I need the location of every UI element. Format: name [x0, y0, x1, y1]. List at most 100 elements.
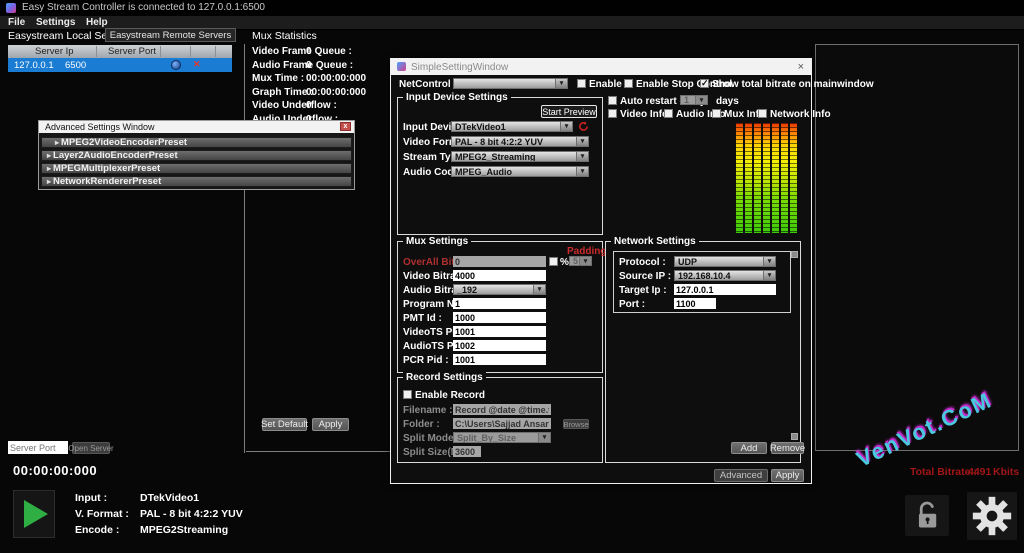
window-titlebar: Easy Stream Controller is connected to 1…	[0, 0, 1024, 16]
audio-bitrate-dropdown[interactable]: _192	[453, 284, 546, 295]
auto-restart-days-spinner[interactable]: 1	[680, 95, 708, 105]
overall-bitrate-field[interactable]	[453, 256, 546, 267]
advanced-window-titlebar[interactable]: Advanced Settings Window x	[39, 121, 354, 133]
protocol-value: UDP	[678, 257, 697, 267]
protocol-label: Protocol :	[619, 257, 666, 268]
source-ip-dropdown[interactable]: 192.168.10.4	[674, 270, 776, 281]
server-table-row[interactable]: 127.0.0.1 6500 ✕	[8, 58, 232, 72]
network-info-checkbox[interactable]	[758, 109, 767, 118]
tab-remote-servers[interactable]: Easystream Remote Servers	[105, 28, 236, 42]
unlock-button[interactable]	[905, 495, 949, 536]
refresh-devices-icon[interactable]	[578, 121, 589, 132]
menu-settings[interactable]: Settings	[36, 17, 75, 28]
setting-window-titlebar[interactable]: SimpleSettingWindow ×	[391, 59, 811, 75]
enable-record-checkbox[interactable]	[403, 390, 412, 399]
menu-help[interactable]: Help	[86, 17, 108, 28]
stat-label: Video Underflow :	[252, 100, 337, 111]
port-label: Port :	[619, 299, 645, 310]
format-info-label: V. Format :	[75, 509, 129, 520]
preset-mpeg-multiplexer[interactable]: MPEGMultiplexerPreset	[41, 163, 352, 174]
video-format-dropdown[interactable]: PAL - 8 bit 4:2:2 YUV	[451, 136, 589, 147]
pcr-pid-field[interactable]	[453, 354, 546, 365]
chevron-down-icon[interactable]	[576, 167, 588, 176]
video-info-checkbox[interactable]	[608, 109, 617, 118]
chevron-down-icon[interactable]	[576, 137, 588, 146]
close-icon[interactable]: x	[340, 122, 351, 131]
chevron-down-icon[interactable]	[533, 285, 545, 294]
chevron-down-icon[interactable]	[555, 79, 567, 88]
show-bitrate-checkbox[interactable]	[700, 79, 709, 88]
videots-pid-field[interactable]	[453, 326, 546, 337]
mux-info-checkbox[interactable]	[712, 109, 721, 118]
add-button[interactable]: Add	[731, 442, 767, 454]
record-settings-title: Record Settings	[403, 372, 486, 383]
server-port-input[interactable]	[8, 441, 68, 454]
play-button[interactable]	[13, 490, 55, 538]
source-ip-value: 192.168.10.4	[678, 271, 731, 281]
folder-field[interactable]	[453, 418, 551, 429]
enable-checkbox[interactable]	[577, 79, 586, 88]
split-mode-dropdown[interactable]: Split_By_Size	[453, 432, 551, 443]
auto-restart-checkbox[interactable]	[608, 96, 617, 105]
program-no-field[interactable]	[453, 298, 546, 309]
mux-settings-title: Mux Settings	[403, 236, 471, 247]
video-bitrate-field[interactable]	[453, 270, 546, 281]
filename-label: Filename :	[403, 405, 452, 416]
chevron-down-icon[interactable]	[763, 257, 775, 266]
target-ip-field[interactable]	[674, 284, 776, 295]
stat-value: 00:00:00:000	[306, 87, 366, 98]
preset-mpeg2-video-encoder[interactable]: MPEG2VideoEncoderPreset	[41, 137, 352, 148]
chevron-down-icon[interactable]	[576, 152, 588, 161]
audio-info-checkbox[interactable]	[664, 109, 673, 118]
audio-codec-dropdown[interactable]: MPEG_Audio	[451, 166, 589, 177]
advanced-button[interactable]: Advanced	[714, 469, 768, 482]
chevron-down-icon[interactable]	[579, 257, 591, 265]
chevron-down-icon[interactable]	[695, 96, 707, 104]
preset-layer2-audio-encoder[interactable]: Layer2AudioEncoderPreset	[41, 150, 352, 161]
split-size-field[interactable]	[453, 446, 481, 457]
column-server-ip[interactable]: Server Ip	[35, 46, 74, 57]
browse-button[interactable]: Browse	[563, 419, 589, 429]
port-field[interactable]	[674, 298, 716, 309]
menu-file[interactable]: File	[8, 17, 25, 28]
chevron-down-icon[interactable]	[560, 122, 572, 131]
apply-button[interactable]: Apply	[771, 469, 804, 482]
protocol-dropdown[interactable]: UDP	[674, 256, 776, 267]
close-icon[interactable]: ×	[798, 61, 804, 73]
chevron-down-icon[interactable]	[538, 433, 550, 442]
input-device-dropdown[interactable]: DTekVideo1	[451, 121, 573, 132]
audio-level-meter	[736, 123, 797, 233]
settings-gear-button[interactable]	[967, 492, 1017, 540]
preset-network-renderer[interactable]: NetworkRendererPreset	[41, 176, 352, 187]
delete-icon[interactable]: ✕	[193, 59, 201, 70]
window-title: Easy Stream Controller is connected to 1…	[22, 2, 265, 13]
graph-panel	[815, 44, 1019, 451]
gear-icon	[972, 496, 1012, 536]
scroll-down-icon[interactable]	[791, 433, 798, 440]
audiots-pid-field[interactable]	[453, 340, 546, 351]
open-server-button[interactable]: Open Server	[72, 442, 110, 454]
stat-value: 00:00:00:000	[306, 73, 366, 84]
server-ip-cell: 127.0.0.1	[14, 60, 54, 71]
server-table-header: Server Ip Server Port	[8, 45, 232, 58]
window-icon	[397, 62, 406, 71]
padding-spinner[interactable]: 5	[569, 256, 592, 266]
stat-value: 0	[306, 46, 312, 57]
overall-percent-checkbox[interactable]	[549, 257, 558, 266]
stream-type-dropdown[interactable]: MPEG2_Streaming	[451, 151, 589, 162]
filename-field[interactable]	[453, 404, 551, 415]
column-server-port[interactable]: Server Port	[108, 46, 156, 57]
start-preview-button[interactable]: Start Preview	[541, 105, 597, 118]
apply-button-panel[interactable]: Apply	[312, 418, 349, 431]
remove-button[interactable]: Remove	[771, 442, 804, 454]
netcontrol-dropdown[interactable]	[453, 78, 568, 89]
set-default-button[interactable]: Set Default	[262, 418, 307, 431]
connect-icon[interactable]	[171, 60, 181, 70]
pmt-id-field[interactable]	[453, 312, 546, 323]
column-divider	[160, 46, 161, 57]
scroll-up-icon[interactable]	[791, 251, 798, 258]
enable-stop-checkbox[interactable]	[624, 79, 633, 88]
column-divider	[215, 46, 216, 57]
vu-meter-bar	[736, 123, 743, 233]
chevron-down-icon[interactable]	[763, 271, 775, 280]
